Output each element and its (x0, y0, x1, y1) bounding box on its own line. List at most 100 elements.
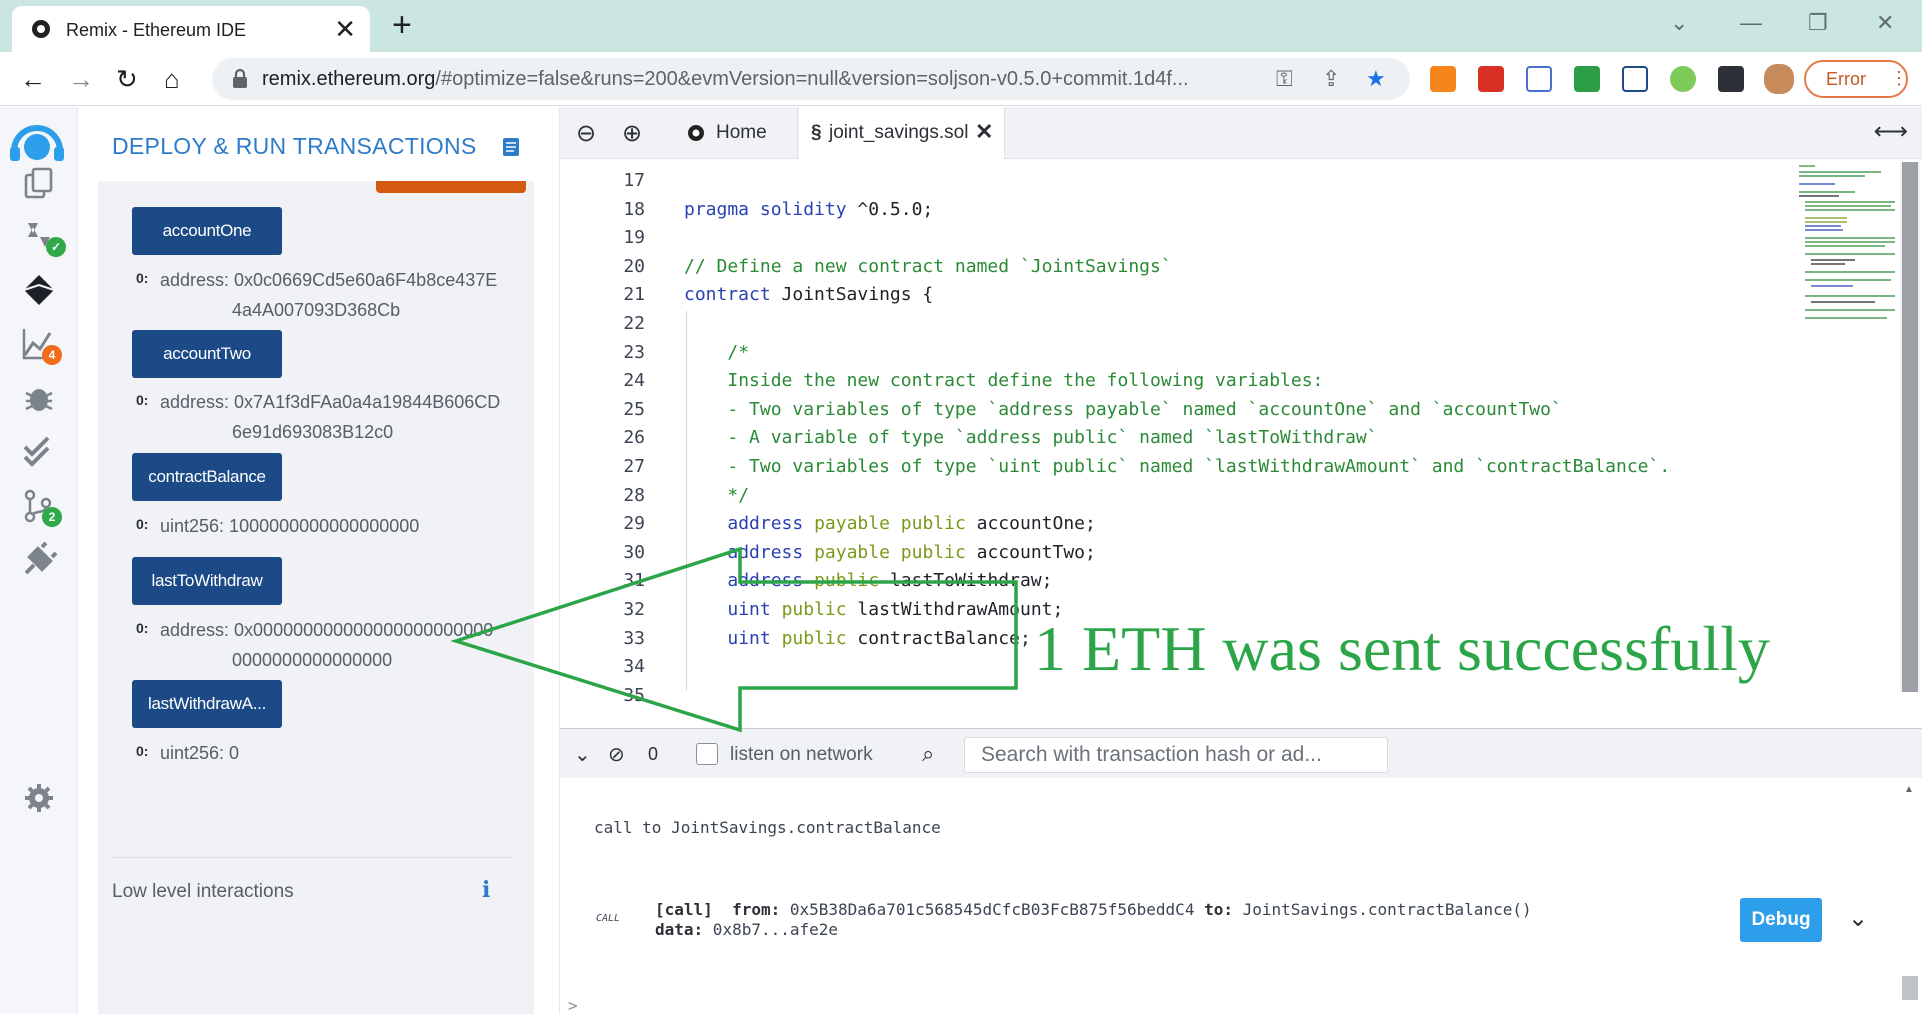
megaphone-icon[interactable] (1478, 66, 1504, 92)
line-number: 25 (623, 398, 645, 420)
tab-search-icon[interactable]: ⌄ (1670, 10, 1688, 36)
debugger-icon[interactable] (20, 379, 58, 417)
grid-extension-icon[interactable] (1526, 66, 1552, 92)
url-input[interactable]: remix.ethereum.org/#optimize=false&runs=… (212, 58, 1410, 100)
restore-icon[interactable]: ❐ (1808, 10, 1828, 36)
terminal-search-input[interactable]: Search with transaction hash or ad... (964, 737, 1388, 773)
code-line[interactable]: - A variable of type `address public` na… (684, 427, 1377, 448)
pending-tx-count: 0 (648, 744, 659, 764)
key-icon[interactable]: ⚿ (1276, 66, 1293, 92)
share-icon[interactable]: ⇪ (1322, 66, 1340, 92)
settings-icon[interactable] (24, 783, 54, 813)
collapse-terminal-icon[interactable]: ⌄ (574, 742, 591, 767)
editor-scrollbar-thumb[interactable] (1902, 162, 1918, 692)
line-number: 17 (623, 170, 645, 191)
panel-title: DEPLOY & RUN TRANSACTIONS (112, 133, 477, 159)
contractBalance-button[interactable]: contractBalance (132, 453, 282, 501)
minimap[interactable] (1795, 162, 1901, 689)
lastWithdrawAmount-button[interactable]: lastWithdrawA... (132, 680, 282, 728)
annotation-text: 1 ETH was sent successfully (1034, 613, 1770, 684)
scrolled-button-stub[interactable] (376, 181, 526, 193)
metamask-icon[interactable] (1430, 66, 1456, 92)
line-number: 22 (623, 313, 645, 334)
error-button[interactable]: Error ⋮ (1804, 60, 1908, 98)
code-line[interactable]: /* (684, 342, 749, 363)
accountOne-button[interactable]: accountOne (132, 207, 282, 255)
code-line[interactable]: address payable public accountTwo; (684, 542, 1095, 563)
forward-icon[interactable]: → (68, 64, 94, 94)
tab-joint-savings[interactable]: § joint_savings.sol ✕ (799, 107, 1005, 159)
result-index: 0: (136, 743, 149, 759)
result-index: 0: (136, 516, 149, 532)
result-index: 0: (136, 270, 149, 286)
browser-tab[interactable]: Remix - Ethereum IDE ✕ (12, 6, 370, 52)
flower-extension-icon[interactable] (1670, 66, 1696, 92)
indent-guide (686, 311, 687, 691)
listen-checkbox[interactable] (696, 743, 718, 765)
minimize-icon[interactable]: — (1740, 10, 1762, 36)
scroll-up-icon[interactable]: ▲ (1904, 784, 1914, 795)
error-label: Error (1826, 69, 1866, 89)
terminal-scrollbar[interactable]: ▲ (1900, 778, 1920, 1014)
zoom-out-icon[interactable]: ⊖ (576, 119, 596, 148)
code-line[interactable]: - Two variables of type `uint public` na… (684, 456, 1670, 477)
expand-horizontal-icon[interactable]: ⟷ (1874, 117, 1908, 146)
result-line: uint256: 0 (160, 743, 240, 763)
tab-home[interactable]: Home (666, 107, 798, 159)
debug-button[interactable]: Debug (1740, 898, 1822, 942)
new-tab-button[interactable]: + (392, 8, 412, 42)
code-line[interactable]: */ (684, 485, 749, 506)
avatar[interactable] (1764, 64, 1794, 94)
code-line[interactable]: uint public contractBalance; (684, 628, 1030, 649)
terminal-prompt[interactable]: > (568, 996, 578, 1015)
code-line[interactable]: Inside the new contract define the follo… (684, 370, 1323, 391)
close-tab-icon[interactable]: ✕ (975, 119, 993, 145)
code-line[interactable]: // Define a new contract named `JointSav… (684, 256, 1172, 277)
divider (112, 857, 512, 858)
line-number: 31 (623, 570, 645, 592)
chevron-down-icon[interactable]: ⌄ (1848, 904, 1868, 933)
accountTwo-button[interactable]: accountTwo (132, 330, 282, 378)
line-number: 28 (623, 484, 645, 506)
zoom-in-icon[interactable]: ⊕ (622, 119, 642, 148)
remix-favicon-icon (32, 20, 50, 38)
editor-scrollbar[interactable] (1900, 162, 1920, 692)
line-number: 32 (623, 599, 645, 620)
terminal-scrollbar-thumb[interactable] (1902, 976, 1918, 1000)
deploy-run-panel: DEPLOY & RUN TRANSACTIONS accountOne 0: … (78, 107, 560, 1014)
line-number: 23 (623, 341, 645, 363)
code-line[interactable]: - Two variables of type `address payable… (684, 399, 1561, 420)
extensions-puzzle-icon[interactable] (1718, 66, 1744, 92)
file-explorer-icon[interactable] (20, 165, 58, 203)
home-icon[interactable]: ⌂ (164, 64, 180, 94)
documentation-icon[interactable] (502, 137, 520, 157)
deploy-run-icon[interactable] (20, 271, 58, 309)
terminal-output: call to JointSavings.contractBalance CAL… (560, 778, 1922, 1015)
line-number: 20 (623, 255, 645, 277)
info-icon[interactable]: i (482, 877, 490, 903)
plugin-manager-icon[interactable] (20, 541, 58, 579)
lastWithdrawAmount-result: 0: uint256: 0 (136, 738, 240, 768)
line-number: 24 (623, 370, 645, 392)
code-line[interactable]: address public lastToWithdraw; (684, 570, 1052, 591)
result-index: 0: (136, 392, 149, 408)
code-line[interactable]: uint public lastWithdrawAmount; (684, 599, 1063, 620)
reload-icon[interactable]: ↻ (116, 64, 138, 94)
clear-console-icon[interactable]: ⊘ (608, 742, 625, 767)
call-details-line[interactable]: [call] from: 0x5B38Da6a701c568545dCfcB03… (655, 900, 1532, 919)
bookmark-star-icon[interactable]: ★ (1366, 66, 1386, 92)
tab-close-icon[interactable]: ✕ (334, 14, 356, 45)
tab-home-label: Home (716, 122, 767, 143)
line-number: 19 (623, 227, 645, 249)
code-line[interactable]: contract JointSavings { (684, 284, 933, 305)
code-line[interactable]: pragma solidity ^0.5.0; (684, 199, 933, 220)
result-index: 0: (136, 620, 149, 636)
lastToWithdraw-button[interactable]: lastToWithdraw (132, 557, 282, 605)
upload-extension-icon[interactable] (1622, 66, 1648, 92)
close-window-icon[interactable]: ✕ (1876, 10, 1894, 36)
back-icon[interactable]: ← (20, 64, 46, 94)
checkmark-extension-icon[interactable] (1574, 66, 1600, 92)
code-line[interactable]: address payable public accountOne; (684, 513, 1095, 534)
unit-test-icon[interactable] (20, 433, 58, 471)
result-line-cont: 4a4A007093D368Cb (232, 300, 401, 320)
